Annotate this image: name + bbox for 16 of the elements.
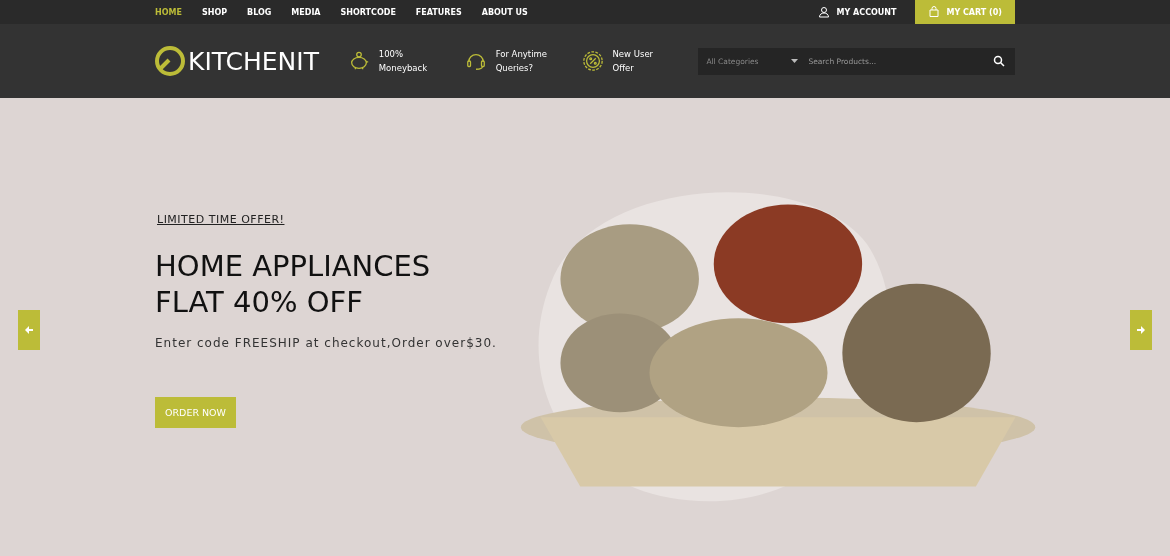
feature-text: New User Offer	[612, 48, 654, 75]
hero-title: FLAT 40% OFF	[155, 284, 364, 320]
logo[interactable]: KITCHENIT	[155, 46, 348, 76]
nav-link[interactable]: SHOP	[201, 7, 228, 17]
nav-link[interactable]: SHORTCODE	[340, 7, 396, 17]
nav-link[interactable]: MEDIA	[291, 7, 321, 17]
feature-text: 100% Moneyback	[378, 48, 428, 75]
nav-link[interactable]: BLOG	[247, 7, 272, 17]
hero-text: Enter code FREESHIP at checkout,Order over$30.	[155, 336, 498, 350]
offer-link[interactable]: LIMITED TIME OFFER!	[157, 213, 512, 226]
nav-link[interactable]: ABOUT US	[481, 7, 528, 17]
feature-text: For Anytime Queries?	[495, 48, 548, 75]
account-link[interactable]: MY ACCOUNT	[817, 6, 897, 18]
hero-title: HOME APPLIANCES	[155, 248, 432, 284]
nav-link[interactable]: FEATURES	[415, 7, 462, 17]
nav-link[interactable]: HOME	[155, 7, 182, 17]
